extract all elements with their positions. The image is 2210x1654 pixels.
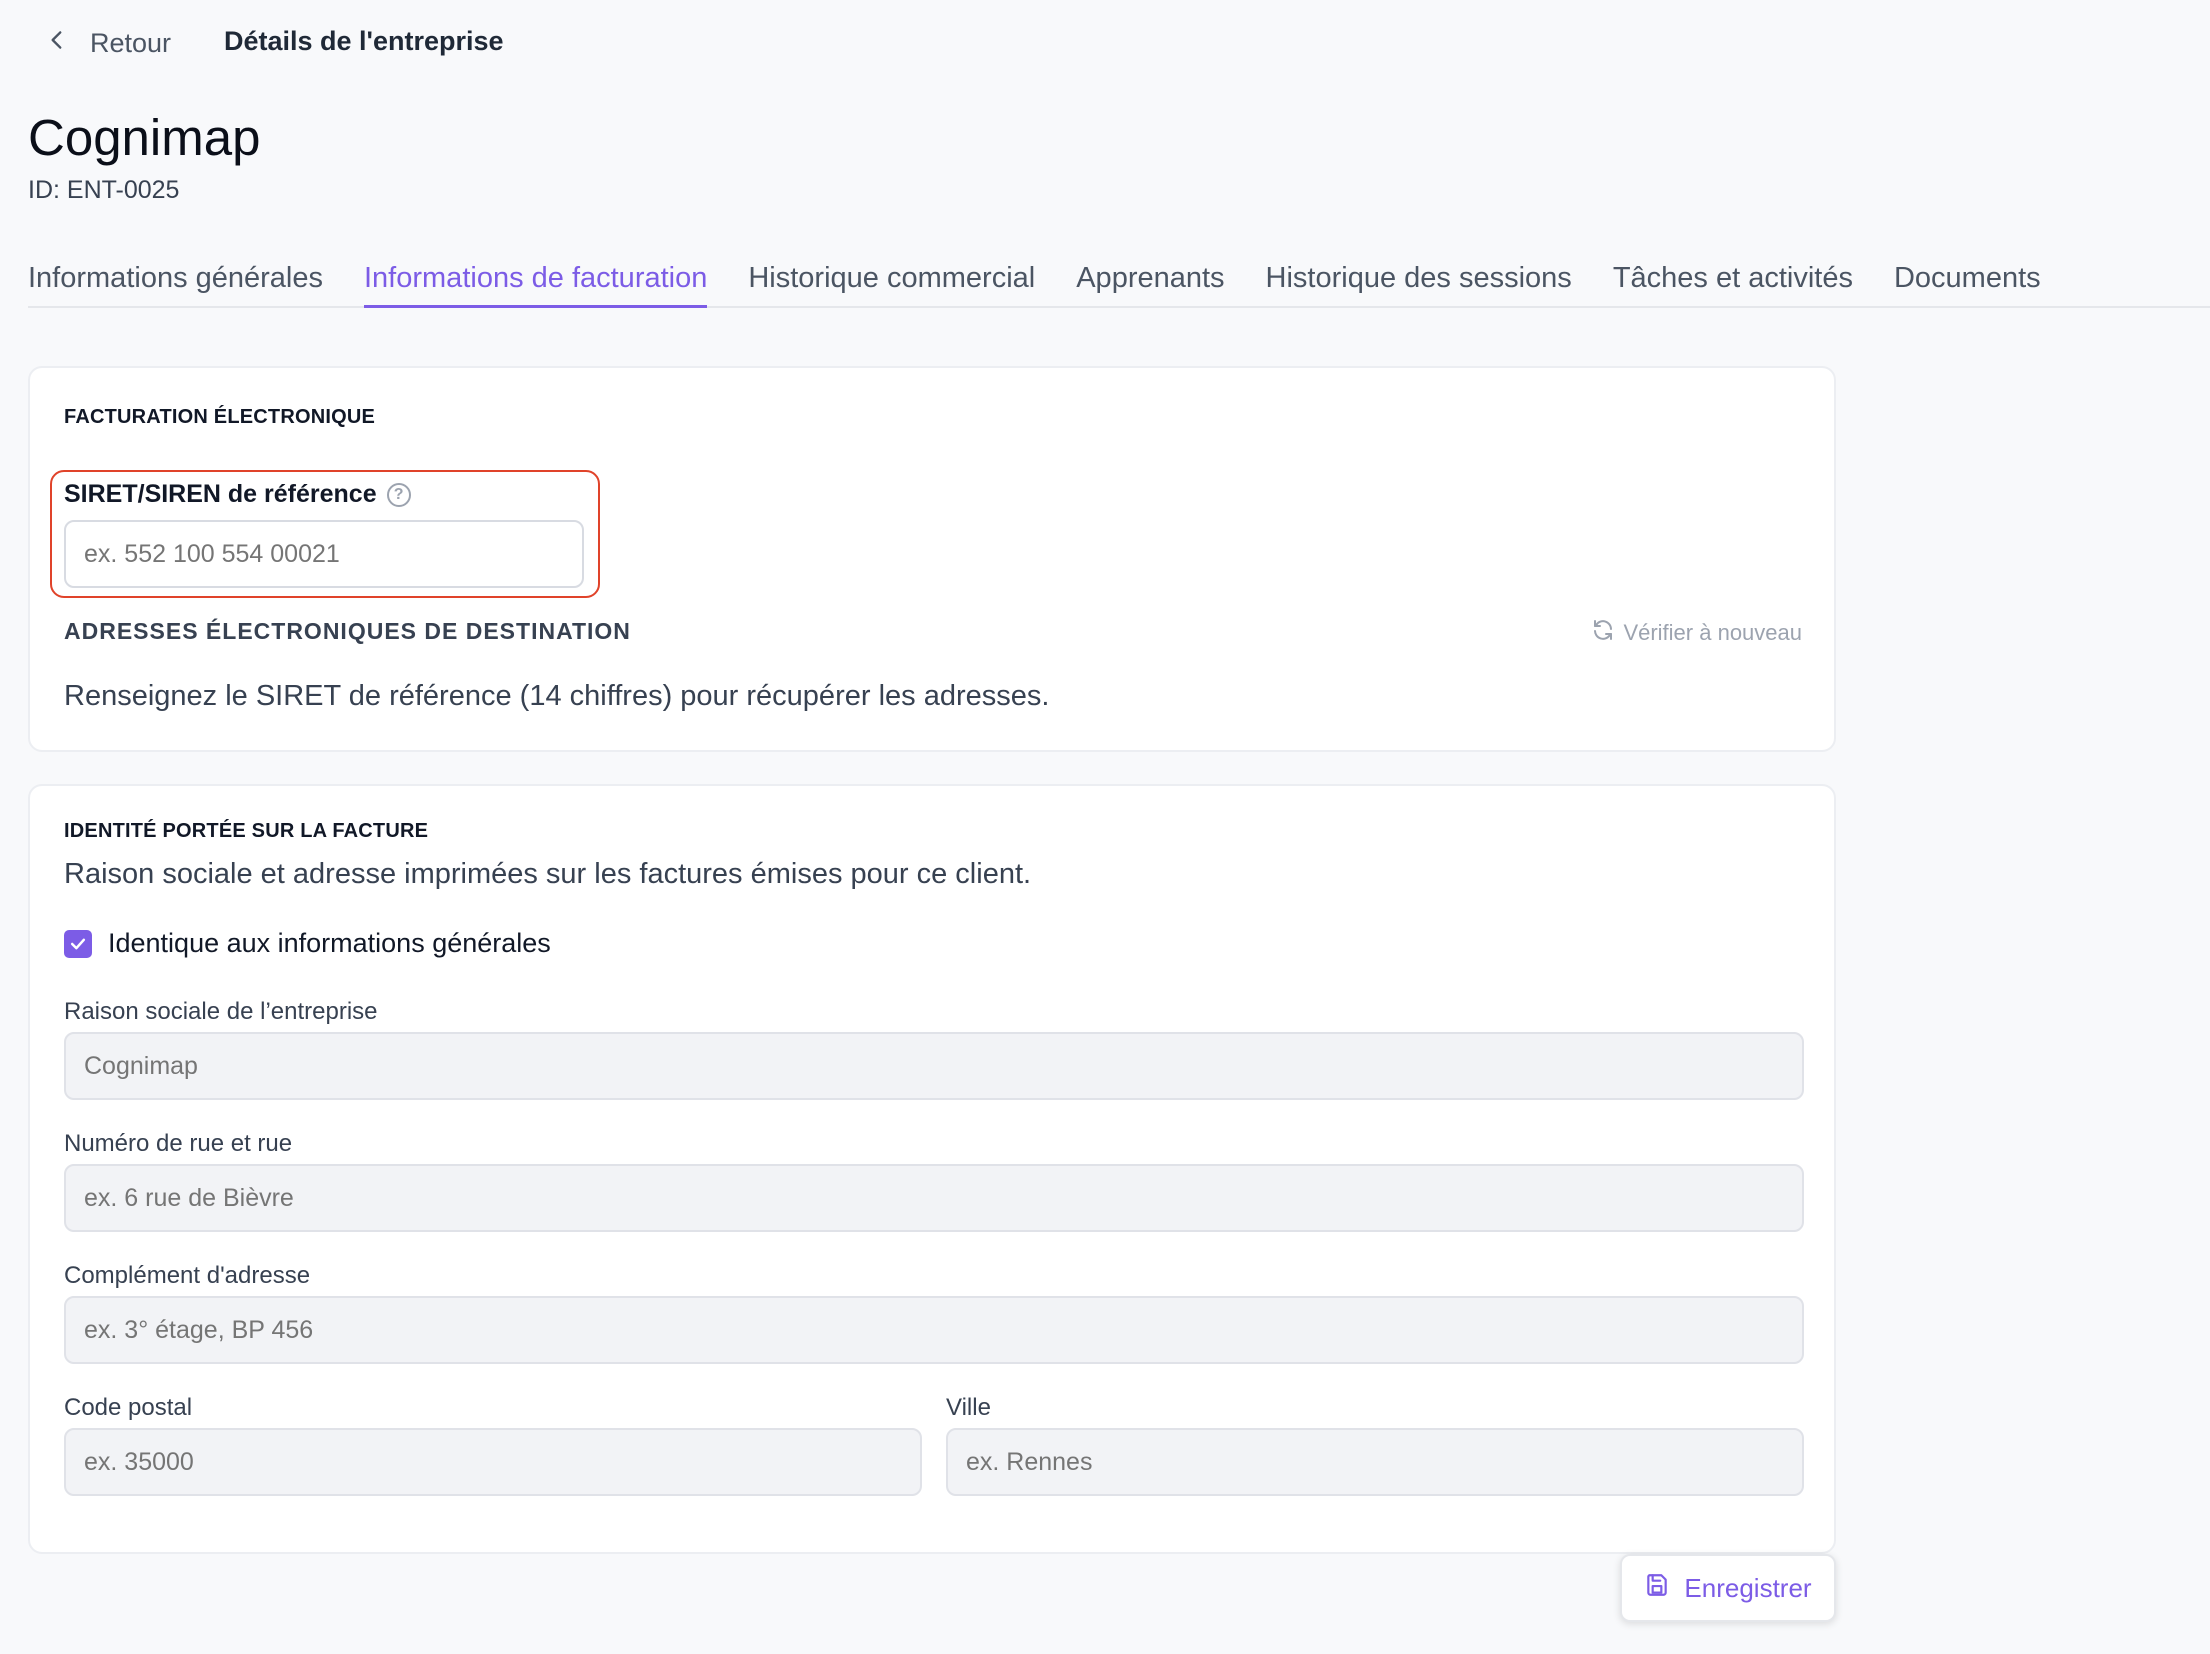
siret-label: SIRET/SIREN de référence ? <box>64 480 411 509</box>
checkbox-checked-icon[interactable] <box>64 929 92 958</box>
tab-learners[interactable]: Apprenants <box>1076 252 1224 308</box>
complement-field[interactable] <box>64 1296 1804 1364</box>
page-title: Cognimap <box>28 109 261 166</box>
tab-commercial-history[interactable]: Historique commercial <box>748 252 1035 308</box>
siret-label-text: SIRET/SIREN de référence <box>64 480 377 508</box>
city-field[interactable] <box>946 1428 1804 1496</box>
city-label: Ville <box>946 1394 991 1421</box>
tab-tasks-activities[interactable]: Tâches et activités <box>1613 252 1853 308</box>
tab-billing-info[interactable]: Informations de facturation <box>364 252 708 308</box>
same-as-general-checkbox[interactable]: Identique aux informations générales <box>64 928 551 959</box>
save-icon <box>1644 1572 1670 1605</box>
verify-again-button[interactable]: Vérifier à nouveau <box>1591 618 1802 648</box>
back-label: Retour <box>90 27 172 58</box>
siret-input[interactable] <box>64 520 584 588</box>
postal-code-label: Code postal <box>64 1394 193 1421</box>
tab-bar: Informations générales Informations de f… <box>28 252 2210 308</box>
einvoice-card: FACTURATION ÉLECTRONIQUE SIRET/SIREN de … <box>28 366 1836 752</box>
destination-addresses-title: ADRESSES ÉLECTRONIQUES DE DESTINATION <box>64 618 631 644</box>
save-label: Enregistrer <box>1684 1572 1812 1603</box>
postal-code-field[interactable] <box>64 1428 922 1496</box>
invoice-identity-card: IDENTITÉ PORTÉE SUR LA FACTURE Raison so… <box>28 784 1836 1554</box>
street-label: Numéro de rue et rue <box>64 1130 293 1157</box>
identity-description: Raison sociale et adresse imprimées sur … <box>64 858 1032 890</box>
einvoice-section-title: FACTURATION ÉLECTRONIQUE <box>64 406 376 428</box>
company-name-field[interactable] <box>64 1032 1804 1100</box>
identity-section-title: IDENTITÉ PORTÉE SUR LA FACTURE <box>64 820 429 842</box>
verify-again-label: Vérifier à nouveau <box>1623 620 1802 645</box>
breadcrumb-title: Détails de l'entreprise <box>224 26 504 56</box>
same-as-general-label: Identique aux informations générales <box>108 928 551 958</box>
tab-general-info[interactable]: Informations générales <box>28 252 323 308</box>
company-id: ID: ENT-0025 <box>28 176 180 204</box>
chevron-left-icon <box>44 27 70 60</box>
refresh-icon <box>1591 618 1615 648</box>
complement-label: Complément d'adresse <box>64 1262 311 1289</box>
top-bar: Retour Détails de l'entreprise <box>0 0 2210 86</box>
siret-help-text: Renseignez le SIRET de référence (14 chi… <box>64 680 1050 712</box>
company-name-label: Raison sociale de l’entreprise <box>64 998 378 1025</box>
tab-session-history[interactable]: Historique des sessions <box>1266 252 1572 308</box>
back-button[interactable]: Retour <box>44 22 171 64</box>
street-field[interactable] <box>64 1164 1804 1232</box>
tab-documents[interactable]: Documents <box>1894 252 2041 308</box>
help-icon[interactable]: ? <box>386 482 411 507</box>
save-button[interactable]: Enregistrer <box>1620 1554 1836 1622</box>
